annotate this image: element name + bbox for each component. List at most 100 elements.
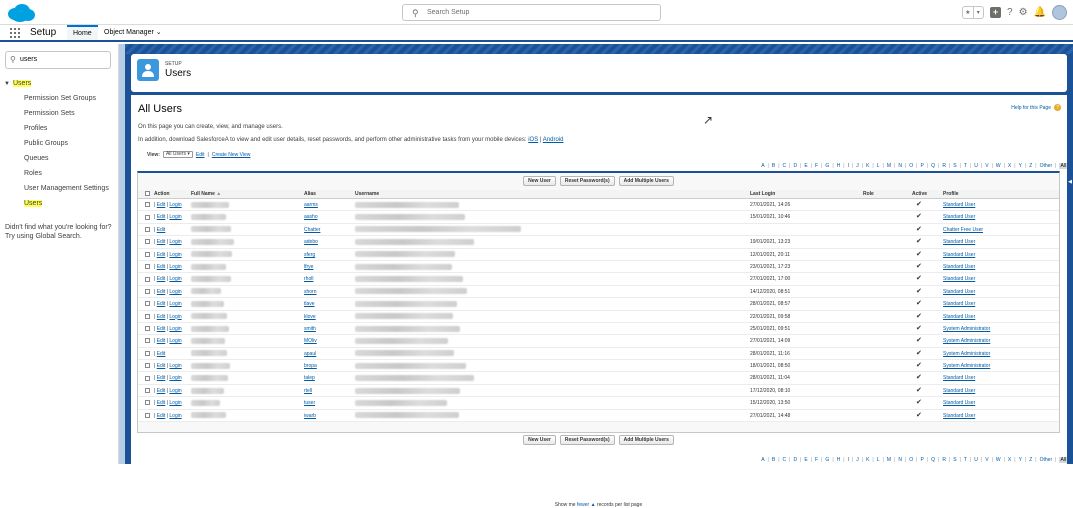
alpha-filter-y[interactable]: Y xyxy=(1019,457,1022,463)
col-last-login[interactable]: Last Login xyxy=(750,191,775,197)
row-profile-link[interactable]: Standard User xyxy=(943,199,975,211)
row-alias[interactable]: klove xyxy=(304,311,316,323)
row-edit-link[interactable]: Edit xyxy=(157,227,166,233)
row-login-link[interactable]: Login xyxy=(169,388,181,394)
row-checkbox[interactable] xyxy=(145,211,150,223)
row-edit-link[interactable]: Edit xyxy=(157,413,166,419)
row-full-name-redacted[interactable] xyxy=(191,286,221,298)
row-profile-link[interactable]: Standard User xyxy=(943,311,975,323)
alpha-filter-other[interactable]: Other xyxy=(1040,163,1053,169)
tab-home[interactable]: Home xyxy=(67,25,98,40)
alpha-filter-b[interactable]: B xyxy=(772,163,775,169)
row-edit-link[interactable]: Edit xyxy=(157,375,166,381)
tree-node-users[interactable]: ▼ Users xyxy=(0,77,119,91)
row-profile-link[interactable]: Chatter Free User xyxy=(943,224,983,236)
row-full-name-redacted[interactable] xyxy=(191,372,228,384)
bell-icon[interactable]: 🔔 xyxy=(1034,7,1046,18)
row-login-link[interactable]: Login xyxy=(169,413,181,419)
row-checkbox[interactable] xyxy=(145,311,150,323)
alpha-filter-s[interactable]: S xyxy=(953,457,956,463)
alpha-filter-g[interactable]: G xyxy=(825,457,829,463)
row-profile-link[interactable]: Standard User xyxy=(943,286,975,298)
row-login-link[interactable]: Login xyxy=(169,252,181,258)
new-user-button[interactable]: New User xyxy=(523,435,556,445)
alpha-filter-m[interactable]: M xyxy=(887,163,891,169)
alpha-filter-all[interactable]: All xyxy=(1059,457,1067,463)
tab-object-manager[interactable]: Object Manager ⌄ xyxy=(98,25,168,40)
row-alias[interactable]: sferg xyxy=(304,249,315,261)
row-edit-link[interactable]: Edit xyxy=(157,314,166,320)
alpha-filter-q[interactable]: Q xyxy=(931,457,935,463)
alpha-filter-h[interactable]: H xyxy=(837,163,841,169)
alpha-filter-k[interactable]: K xyxy=(866,457,869,463)
row-checkbox[interactable] xyxy=(145,286,150,298)
row-alias[interactable]: rtell xyxy=(304,385,312,397)
alpha-filter-x[interactable]: X xyxy=(1008,163,1011,169)
col-alias[interactable]: Alias xyxy=(304,191,316,197)
alpha-filter-k[interactable]: K xyxy=(866,163,869,169)
search-setup-input[interactable]: ⚲ Search Setup xyxy=(402,4,661,21)
row-login-link[interactable]: Login xyxy=(169,375,181,381)
row-checkbox[interactable] xyxy=(145,385,150,397)
row-alias[interactable]: smith xyxy=(304,323,316,335)
sidebar-item-users[interactable]: Users xyxy=(0,196,119,211)
alpha-filter-o[interactable]: O xyxy=(909,163,913,169)
alpha-filter-u[interactable]: U xyxy=(974,163,978,169)
row-edit-link[interactable]: Edit xyxy=(157,264,166,270)
row-edit-link[interactable]: Edit xyxy=(157,214,166,220)
row-full-name-redacted[interactable] xyxy=(191,224,231,236)
row-profile-link[interactable]: Standard User xyxy=(943,372,975,384)
row-profile-link[interactable]: Standard User xyxy=(943,397,975,409)
alpha-filter-j[interactable]: J xyxy=(856,457,859,463)
sidebar-item-user-management-settings[interactable]: User Management Settings xyxy=(0,181,119,196)
row-checkbox[interactable] xyxy=(145,372,150,384)
alpha-filter-all[interactable]: All xyxy=(1059,163,1067,169)
row-login-link[interactable]: Login xyxy=(169,338,181,344)
row-checkbox[interactable] xyxy=(145,348,150,360)
alpha-filter-o[interactable]: O xyxy=(909,457,913,463)
alpha-filter-m[interactable]: M xyxy=(887,457,891,463)
alpha-filter-l[interactable]: L xyxy=(877,457,880,463)
row-edit-link[interactable]: Edit xyxy=(157,388,166,394)
alpha-filter-n[interactable]: N xyxy=(898,457,902,463)
row-checkbox[interactable] xyxy=(145,397,150,409)
alpha-filter-f[interactable]: F xyxy=(815,457,818,463)
row-alias[interactable]: aasho xyxy=(304,211,318,223)
alpha-filter-j[interactable]: J xyxy=(856,163,859,169)
row-edit-link[interactable]: Edit xyxy=(157,239,166,245)
alpha-filter-a[interactable]: A xyxy=(761,457,764,463)
row-full-name-redacted[interactable] xyxy=(191,410,226,422)
row-login-link[interactable]: Login xyxy=(169,276,181,282)
alpha-filter-p[interactable]: P xyxy=(920,163,923,169)
row-alias[interactable]: MOliv xyxy=(304,335,317,347)
alpha-filter-i[interactable]: I xyxy=(848,163,849,169)
alpha-filter-e[interactable]: E xyxy=(804,163,807,169)
row-profile-link[interactable]: System Administrator xyxy=(943,335,990,347)
alpha-filter-u[interactable]: U xyxy=(974,457,978,463)
row-login-link[interactable]: Login xyxy=(169,202,181,208)
fewer-records-link[interactable]: fewer xyxy=(577,502,589,508)
row-alias[interactable]: tuser xyxy=(304,397,315,409)
row-full-name-redacted[interactable] xyxy=(191,360,230,372)
avatar[interactable] xyxy=(1052,5,1067,20)
row-edit-link[interactable]: Edit xyxy=(157,338,166,344)
alpha-filter-s[interactable]: S xyxy=(953,163,956,169)
row-checkbox[interactable] xyxy=(145,360,150,372)
row-alias[interactable]: adebo xyxy=(304,236,318,248)
salesforce-cloud-icon[interactable] xyxy=(6,3,36,23)
row-alias[interactable]: rholl xyxy=(304,273,313,285)
reset-passwords-button[interactable]: Reset Password(s) xyxy=(559,435,615,445)
view-select[interactable]: All Users ▾ xyxy=(162,151,193,158)
row-edit-link[interactable]: Edit xyxy=(157,289,166,295)
alpha-filter-y[interactable]: Y xyxy=(1019,163,1022,169)
row-checkbox[interactable] xyxy=(145,199,150,211)
alpha-filter-x[interactable]: X xyxy=(1008,457,1011,463)
sidebar-item-permission-sets[interactable]: Permission Sets xyxy=(0,106,119,121)
gear-icon[interactable]: ⚙ xyxy=(1019,7,1028,18)
row-full-name-redacted[interactable] xyxy=(191,273,231,285)
row-edit-link[interactable]: Edit xyxy=(157,351,166,357)
row-checkbox[interactable] xyxy=(145,273,150,285)
row-edit-link[interactable]: Edit xyxy=(157,363,166,369)
alpha-filter-r[interactable]: R xyxy=(942,457,946,463)
alpha-filter-q[interactable]: Q xyxy=(931,163,935,169)
